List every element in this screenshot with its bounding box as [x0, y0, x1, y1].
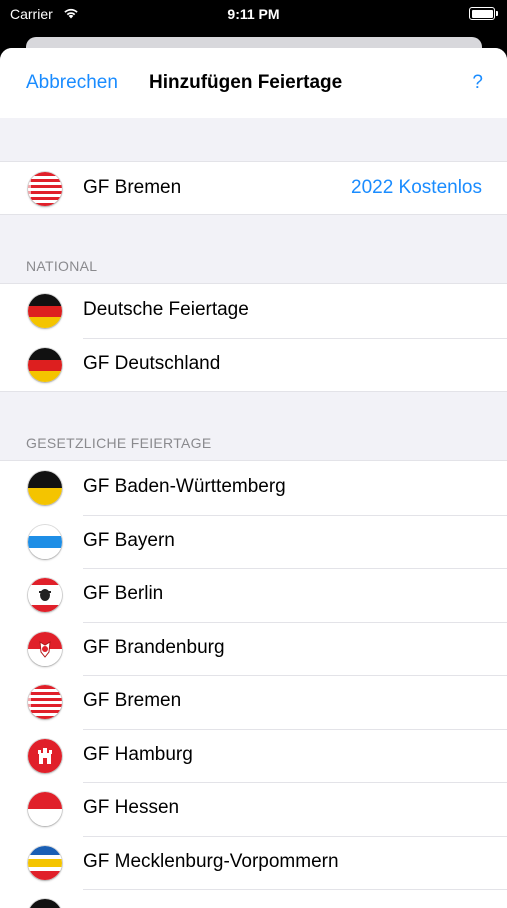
page-title: Hinzufügen Feiertage	[149, 72, 343, 93]
list-item[interactable]: GF Deutschland	[0, 337, 507, 392]
featured-row[interactable]: GF Bremen 2022 Kostenlos	[0, 162, 507, 214]
hamburg-flag-icon	[28, 738, 62, 773]
germany-flag-icon	[28, 347, 62, 382]
list-item-label: GF Baden-Württemberg	[83, 476, 286, 497]
list-item[interactable]: GF Hessen	[0, 782, 507, 836]
hessen-flag-icon	[28, 792, 62, 826]
bayern-flag-icon	[28, 524, 62, 559]
list-item-label: GF Brandenburg	[83, 636, 225, 658]
bremen-flag-icon	[28, 685, 62, 719]
list-item[interactable]: GF Mecklenburg-Vorpommern	[0, 835, 507, 890]
baden-wuerttemberg-flag-icon	[28, 471, 62, 505]
list-item-label: GF Mecklenburg-Vorpommern	[83, 850, 339, 872]
featured-label: GF Bremen	[83, 177, 182, 198]
list-item[interactable]: GF Berlin	[0, 568, 507, 622]
brandenburg-flag-icon	[28, 631, 62, 666]
state-holidays-group: GF Baden-Württemberg GF Bayern GF Berlin…	[0, 460, 507, 908]
list-item[interactable]: GF Bayern	[0, 514, 507, 569]
price-label[interactable]: 2022 Kostenlos	[351, 177, 482, 199]
berlin-flag-icon	[28, 578, 62, 612]
section-header-label: NATIONAL	[26, 258, 98, 274]
mecklenburg-vorpommern-flag-icon	[28, 845, 62, 880]
add-holidays-sheet: Abbrechen Hinzufügen Feiertage ? GF Brem…	[0, 48, 507, 908]
list-item-label: GF Deutschland	[83, 352, 221, 374]
status-bar: Carrier 9:11 PM	[0, 0, 507, 30]
list-item-label: GF Bremen	[83, 690, 182, 711]
list-item-label: GF Bayern	[83, 529, 175, 551]
list-item[interactable]	[0, 889, 507, 908]
list-item-label: GF Hessen	[83, 797, 180, 818]
list-item-label: GF Hamburg	[83, 743, 193, 765]
list-item-label: Deutsche Feiertage	[83, 299, 249, 320]
list-item[interactable]: GF Hamburg	[0, 728, 507, 783]
section-header-gesetzlich: GESETZLICHE FEIERTAGE	[0, 392, 507, 460]
flag-icon	[28, 899, 62, 908]
list-item[interactable]: GF Brandenburg	[0, 621, 507, 676]
list-item[interactable]: GF Baden-Württemberg	[0, 461, 507, 515]
germany-flag-icon	[28, 294, 62, 328]
featured-group: GF Bremen 2022 Kostenlos	[0, 161, 507, 215]
cancel-button[interactable]: Abbrechen	[26, 72, 118, 94]
section-header-label: GESETZLICHE FEIERTAGE	[26, 435, 212, 451]
bremen-flag-icon	[28, 172, 62, 206]
battery-icon	[469, 7, 498, 20]
list-item-label: GF Berlin	[83, 583, 164, 604]
list-item[interactable]: GF Bremen	[0, 675, 507, 729]
help-button[interactable]: ?	[472, 72, 483, 94]
navigation-bar: Abbrechen Hinzufügen Feiertage ?	[0, 48, 507, 118]
section-header-national: NATIONAL	[0, 215, 507, 283]
national-group: Deutsche Feiertage GF Deutschland	[0, 283, 507, 392]
status-time: 9:11 PM	[227, 6, 280, 22]
list-item[interactable]: Deutsche Feiertage	[0, 284, 507, 338]
